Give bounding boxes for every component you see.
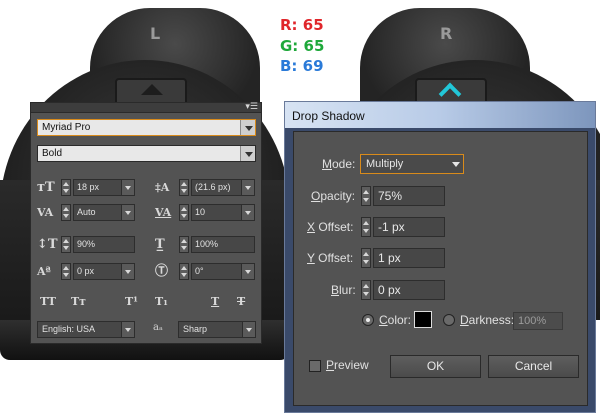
kerning-stepper[interactable]: [61, 204, 71, 221]
font-family-dropdown[interactable]: Myriad Pro: [37, 119, 256, 136]
strikethrough-icon[interactable]: T: [237, 295, 245, 308]
color-label: Color:: [379, 313, 412, 327]
x-offset-label: X Offset:: [307, 220, 354, 234]
all-caps-icon[interactable]: TT: [40, 295, 56, 308]
chevron-down-icon[interactable]: [241, 264, 254, 279]
cancel-button[interactable]: Cancel: [488, 355, 579, 378]
antialias-icon: aₐ: [153, 322, 163, 333]
baseline-shift-field[interactable]: 0 px: [73, 263, 135, 280]
y-offset-label: Y Offset:: [307, 251, 354, 265]
horizontal-scale-stepper[interactable]: [179, 236, 189, 253]
horizontal-scale-field[interactable]: 100%: [191, 236, 255, 253]
preview-label: Preview: [326, 358, 369, 372]
blur-label: Blur:: [331, 283, 356, 297]
panel-menu-icon[interactable]: ▾☰: [245, 102, 258, 112]
x-offset-field[interactable]: -1 px: [373, 217, 445, 237]
subscript-icon[interactable]: T₁: [155, 295, 168, 308]
font-style-dropdown[interactable]: Bold: [37, 145, 256, 162]
opacity-field[interactable]: 75%: [373, 186, 445, 206]
dialog-body: Mode: Multiply Opacity: 75% X Offset: -1…: [293, 131, 588, 406]
y-offset-field[interactable]: 1 px: [373, 248, 445, 268]
right-label: R: [440, 24, 453, 43]
chevron-down-icon[interactable]: [240, 120, 255, 135]
rotation-stepper[interactable]: [179, 263, 189, 280]
tracking-stepper[interactable]: [179, 204, 189, 221]
font-style-value: Bold: [42, 148, 63, 159]
chevron-down-icon[interactable]: [121, 322, 134, 337]
baseline-shift-icon: Aª: [37, 265, 51, 278]
leading-field[interactable]: (21.6 px): [191, 179, 255, 196]
left-label: L: [150, 24, 161, 43]
antialias-dropdown[interactable]: Sharp: [178, 321, 256, 338]
chevron-down-icon[interactable]: [121, 264, 134, 279]
small-caps-icon[interactable]: Tᴛ: [71, 295, 86, 308]
chevron-down-icon[interactable]: [121, 205, 134, 220]
shadow-color-swatch[interactable]: [414, 311, 432, 328]
vertical-scale-stepper[interactable]: [61, 236, 71, 253]
underline-icon[interactable]: T: [211, 295, 219, 308]
rotation-icon: Ⓣ: [155, 264, 169, 279]
opacity-label: Opacity:: [311, 189, 356, 203]
rotation-field[interactable]: 0°: [191, 263, 255, 280]
x-offset-stepper[interactable]: [361, 217, 371, 237]
leading-stepper[interactable]: [179, 179, 189, 196]
kerning-icon: VA: [37, 206, 54, 219]
panel-grip[interactable]: ▾☰: [31, 102, 261, 113]
rgb-blue-readout: B: 69: [280, 57, 324, 75]
mode-label: Mode:: [322, 157, 356, 171]
tracking-icon: VA: [155, 206, 172, 219]
color-radio[interactable]: [362, 314, 374, 326]
font-size-icon: ᴛT: [37, 180, 55, 195]
type-style-buttons: TT Tᴛ T¹ T₁ T T: [31, 295, 261, 311]
up-arrow-icon: [141, 84, 163, 95]
ok-button[interactable]: OK: [390, 355, 481, 378]
blur-stepper[interactable]: [361, 280, 371, 300]
horizontal-scale-icon: T̲: [155, 237, 165, 252]
vertical-scale-icon: ↕T: [37, 237, 58, 252]
y-offset-stepper[interactable]: [361, 248, 371, 268]
character-panel: ▾☰ Myriad Pro Bold ᴛT 18 px ‡A (21.6 px)…: [30, 102, 262, 344]
chevron-down-icon[interactable]: [241, 205, 254, 220]
leading-icon: ‡A: [155, 181, 170, 194]
blur-field[interactable]: 0 px: [373, 280, 445, 300]
drop-shadow-dialog: Drop Shadow Mode: Multiply Opacity: 75% …: [284, 101, 596, 413]
darkness-field: 100%: [513, 312, 563, 330]
language-dropdown[interactable]: English: USA: [37, 321, 135, 338]
baseline-shift-stepper[interactable]: [61, 263, 71, 280]
dialog-title: Drop Shadow: [292, 109, 365, 123]
vertical-scale-field[interactable]: 90%: [73, 236, 135, 253]
chevron-down-icon[interactable]: [452, 162, 460, 167]
font-size-field[interactable]: 18 px: [73, 179, 135, 196]
font-family-value: Myriad Pro: [42, 122, 91, 133]
rgb-green-readout: G: 65: [280, 37, 325, 55]
mode-select[interactable]: Multiply: [360, 154, 464, 174]
opacity-stepper[interactable]: [361, 186, 371, 206]
chevron-down-icon[interactable]: [240, 146, 255, 161]
superscript-icon[interactable]: T¹: [125, 295, 138, 308]
rgb-red-readout: R: 65: [280, 16, 324, 34]
font-size-stepper[interactable]: [61, 179, 71, 196]
darkness-label: Darkness:: [460, 313, 515, 327]
darkness-radio[interactable]: [443, 314, 455, 326]
dialog-titlebar[interactable]: Drop Shadow: [285, 102, 595, 128]
chevron-down-icon[interactable]: [241, 180, 254, 195]
tracking-field[interactable]: 10: [191, 204, 255, 221]
chevron-down-icon[interactable]: [242, 322, 255, 337]
chevron-down-icon[interactable]: [121, 180, 134, 195]
preview-checkbox[interactable]: [309, 360, 321, 372]
kerning-field[interactable]: Auto: [73, 204, 135, 221]
